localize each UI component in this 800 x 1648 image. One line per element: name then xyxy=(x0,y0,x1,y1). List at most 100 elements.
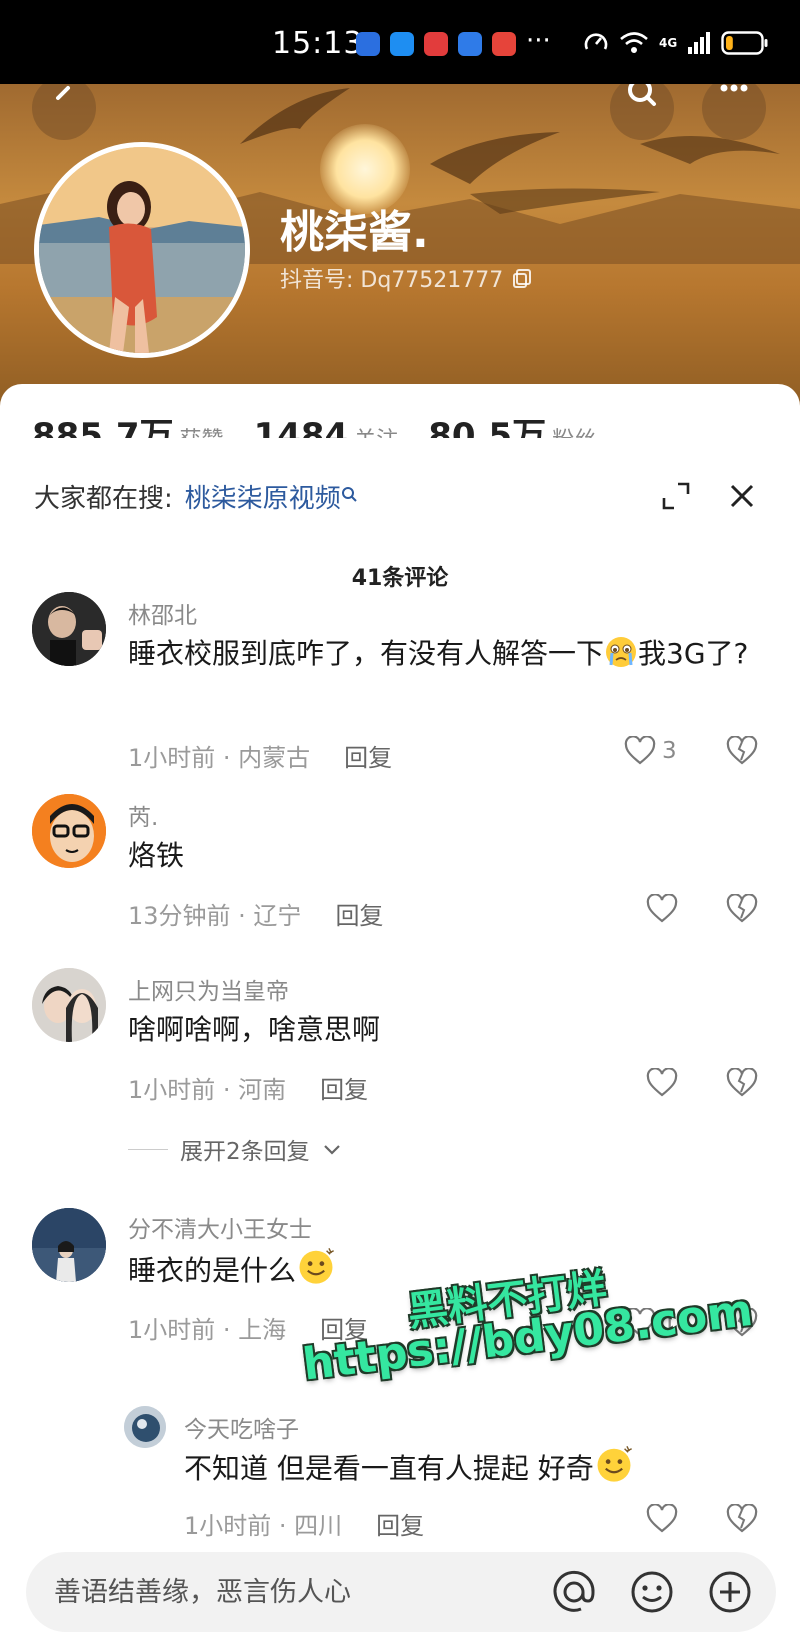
battery-icon xyxy=(721,31,768,55)
emoji-button[interactable] xyxy=(628,1568,676,1616)
dislike-button[interactable] xyxy=(726,1503,758,1538)
avatar[interactable] xyxy=(32,968,106,1042)
status-app-icons xyxy=(356,32,516,56)
comment-meta: 13分钟前 · 辽宁 回复 xyxy=(128,896,383,931)
app-notification-icon xyxy=(458,32,482,56)
comment-time-location: 1小时前 · 河南 xyxy=(128,1076,287,1104)
reply-button[interactable]: 回复 xyxy=(335,896,383,931)
avatar[interactable] xyxy=(32,592,106,666)
reply-time-location: 1小时前 · 四川 xyxy=(184,1512,343,1540)
dislike-button[interactable] xyxy=(726,1067,758,1102)
reply-button[interactable]: 回复 xyxy=(344,738,392,773)
stat-following[interactable]: 1484关注 xyxy=(254,414,399,438)
reply-username[interactable]: 今天吃啥子 xyxy=(184,1410,299,1444)
search-icon xyxy=(341,487,357,502)
app-notification-icon xyxy=(356,32,380,56)
comments-count: 41条评论 xyxy=(351,566,449,591)
dislike-button[interactable] xyxy=(726,735,758,770)
chevron-left-icon xyxy=(56,86,70,100)
like-count: 3 xyxy=(662,738,677,764)
chevron-down-icon xyxy=(323,1145,340,1155)
reply-button[interactable]: 回复 xyxy=(376,1506,424,1541)
stat-likes[interactable]: 885.7万获赞 xyxy=(32,414,224,438)
profile-stats: 885.7万获赞 1484关注 80.5万粉丝 xyxy=(32,414,732,438)
expand-button[interactable] xyxy=(656,476,696,516)
comments-sheet: 885.7万获赞 1484关注 80.5万粉丝 大家都在搜: 桃柒柒原视频 41… xyxy=(0,384,800,1648)
like-button[interactable] xyxy=(646,894,684,924)
comment-text: 睡衣校服到底咋了，有没有人解答一下 我3G了? xyxy=(128,637,749,670)
at-sign-icon xyxy=(553,1570,595,1612)
signal-icon xyxy=(688,32,711,54)
status-right-icons: 4G xyxy=(583,30,769,56)
like-button[interactable] xyxy=(646,1504,678,1534)
profile-id-text: 抖音号: Dq77521777 xyxy=(280,268,504,293)
comment-input-bar xyxy=(26,1552,776,1632)
avatar-photo xyxy=(32,794,106,868)
speed-icon xyxy=(584,33,608,50)
smile-emoji-icon xyxy=(597,1446,632,1482)
broken-heart-icon xyxy=(726,1503,758,1533)
back-button[interactable] xyxy=(32,84,96,140)
expand-replies-button[interactable]: 展开2条回复 xyxy=(128,1132,342,1166)
comment-time-location: 13分钟前 · 辽宁 xyxy=(128,902,302,930)
wifi-icon xyxy=(620,32,648,53)
comment-username[interactable]: 上网只为当皇帝 xyxy=(128,972,289,1006)
reply-text: 不知道 但是看一直有人提起 好奇 xyxy=(184,1444,774,1491)
copy-icon[interactable] xyxy=(511,267,533,289)
search-button[interactable] xyxy=(610,84,674,140)
profile-avatar[interactable] xyxy=(34,142,250,358)
avatar-photo xyxy=(39,147,245,353)
comment-meta: 1小时前 · 内蒙古 回复 xyxy=(128,738,392,773)
comment-time-location: 1小时前 · 上海 xyxy=(128,1316,287,1344)
avatar[interactable] xyxy=(32,1208,106,1282)
heart-icon xyxy=(646,1504,678,1533)
broken-heart-icon xyxy=(726,1067,758,1097)
add-button[interactable] xyxy=(706,1568,754,1616)
status-time: 15:13 xyxy=(272,26,364,61)
avatar-photo xyxy=(32,968,106,1042)
reply-button[interactable]: 回复 xyxy=(320,1070,368,1105)
comment-meta: 1小时前 · 河南 回复 xyxy=(128,1070,368,1105)
like-button[interactable] xyxy=(646,1068,684,1098)
smile-emoji-icon xyxy=(299,1248,334,1284)
profile-id[interactable]: 抖音号: Dq77521777 xyxy=(280,262,533,294)
search-suggestion-link[interactable]: 桃柒柒原视频 xyxy=(185,478,359,515)
reply-meta: 1小时前 · 四川 回复 xyxy=(184,1506,424,1541)
app-notification-icon xyxy=(492,32,516,56)
search-icon xyxy=(628,84,656,106)
more-notifications-icon: ··· xyxy=(526,26,551,56)
crying-emoji-icon xyxy=(606,637,637,667)
profile-name: 桃柒酱. xyxy=(280,207,429,258)
avatar-photo xyxy=(32,1208,106,1282)
divider xyxy=(128,1148,168,1150)
status-bar: 15:13 ··· 4G xyxy=(0,0,800,84)
comment-username[interactable]: 分不清大小王女士 xyxy=(128,1210,312,1244)
close-button[interactable] xyxy=(722,476,762,516)
comment-username[interactable]: 芮. xyxy=(128,798,158,832)
chat-notification-icon xyxy=(390,32,414,56)
close-icon xyxy=(730,484,754,508)
more-dots-icon xyxy=(720,84,748,92)
like-button[interactable]: 3 xyxy=(624,736,677,766)
expand-icon xyxy=(662,482,690,510)
plus-circle-icon xyxy=(709,1571,751,1613)
avatar-photo xyxy=(32,592,106,666)
mention-button[interactable] xyxy=(550,1568,598,1616)
comment-text: 烙铁 xyxy=(128,839,185,872)
stat-followers[interactable]: 80.5万粉丝 xyxy=(428,414,596,438)
search-suggestion-keyword: 桃柒柒原视频 xyxy=(184,483,341,514)
more-button[interactable] xyxy=(702,84,766,140)
search-suggestion-label: 大家都在搜: xyxy=(34,483,173,514)
avatar[interactable] xyxy=(32,794,106,868)
broken-heart-icon xyxy=(726,893,758,923)
smiley-icon xyxy=(631,1571,673,1613)
heart-icon xyxy=(624,736,656,765)
heart-icon xyxy=(646,894,678,923)
comment-username[interactable]: 林邵北 xyxy=(128,596,197,630)
network-label: 4G xyxy=(659,36,678,50)
app-notification-icon xyxy=(424,32,448,56)
avatar[interactable] xyxy=(124,1406,166,1448)
comment-input[interactable] xyxy=(52,1575,536,1609)
dislike-button[interactable] xyxy=(726,893,758,928)
broken-heart-icon xyxy=(726,735,758,765)
